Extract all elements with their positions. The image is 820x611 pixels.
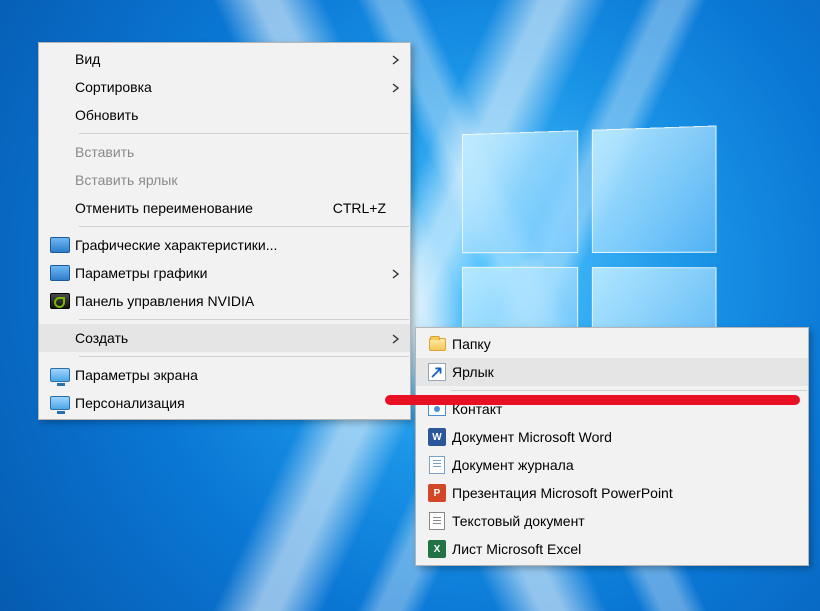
menu-shortcut: CTRL+Z: [333, 200, 386, 216]
submenu-item-powerpoint[interactable]: P Презентация Microsoft PowerPoint: [416, 479, 808, 507]
intel-graphics-icon: [45, 265, 75, 281]
menu-item-label: Параметры экрана: [75, 367, 386, 383]
menu-item-display-settings[interactable]: Параметры экрана: [39, 361, 410, 389]
chevron-right-icon: [386, 265, 400, 281]
menu-item-label: Создать: [75, 330, 386, 346]
menu-item-label: Вставить: [75, 144, 386, 160]
menu-item-label: Обновить: [75, 107, 386, 123]
menu-item-nvidia[interactable]: Панель управления NVIDIA: [39, 287, 410, 315]
menu-item-sort[interactable]: Сортировка: [39, 73, 410, 101]
menu-item-undo-rename[interactable]: Отменить переименование CTRL+Z: [39, 194, 410, 222]
menu-item-label: Персонализация: [75, 395, 386, 411]
monitor-icon: [45, 368, 75, 382]
monitor-icon: [45, 396, 75, 410]
menu-item-label: Панель управления NVIDIA: [75, 293, 386, 309]
desktop-context-menu: Вид Сортировка Обновить Вставить Вставит…: [38, 42, 411, 420]
journal-icon: [422, 456, 452, 474]
menu-item-label: Документ журнала: [452, 457, 798, 473]
folder-icon: [422, 338, 452, 351]
menu-separator: [451, 390, 807, 391]
menu-separator: [79, 226, 409, 227]
submenu-item-journal[interactable]: Документ журнала: [416, 451, 808, 479]
menu-separator: [79, 133, 409, 134]
menu-item-label: Документ Microsoft Word: [452, 429, 798, 445]
menu-item-paste-shortcut: Вставить ярлык: [39, 166, 410, 194]
menu-item-label: Вид: [75, 51, 386, 67]
submenu-item-shortcut[interactable]: Ярлык: [416, 358, 808, 386]
powerpoint-icon: P: [422, 484, 452, 502]
menu-item-label: Сортировка: [75, 79, 386, 95]
word-icon: W: [422, 428, 452, 446]
menu-item-label: Папку: [452, 336, 798, 352]
menu-item-label: Текстовый документ: [452, 513, 798, 529]
menu-separator: [79, 356, 409, 357]
menu-item-personalize[interactable]: Персонализация: [39, 389, 410, 417]
nvidia-icon: [45, 293, 75, 309]
excel-icon: X: [422, 540, 452, 558]
shortcut-icon: [422, 363, 452, 381]
intel-graphics-icon: [45, 237, 75, 253]
menu-item-label: Ярлык: [452, 364, 798, 380]
menu-item-refresh[interactable]: Обновить: [39, 101, 410, 129]
menu-item-paste: Вставить: [39, 138, 410, 166]
menu-item-label: Отменить переименование: [75, 200, 313, 216]
menu-item-label: Вставить ярлык: [75, 172, 386, 188]
text-file-icon: [422, 512, 452, 530]
new-submenu: Папку Ярлык Контакт W Документ Microsoft…: [415, 327, 809, 566]
red-highlight-annotation: [385, 395, 800, 405]
menu-item-label: Презентация Microsoft PowerPoint: [452, 485, 798, 501]
menu-item-label: Лист Microsoft Excel: [452, 541, 798, 557]
chevron-right-icon: [386, 51, 400, 67]
menu-separator: [79, 319, 409, 320]
chevron-right-icon: [386, 330, 400, 346]
submenu-item-excel[interactable]: X Лист Microsoft Excel: [416, 535, 808, 563]
submenu-item-text[interactable]: Текстовый документ: [416, 507, 808, 535]
menu-item-intel-options[interactable]: Параметры графики: [39, 259, 410, 287]
menu-item-label: Графические характеристики...: [75, 237, 386, 253]
submenu-item-word[interactable]: W Документ Microsoft Word: [416, 423, 808, 451]
submenu-item-folder[interactable]: Папку: [416, 330, 808, 358]
menu-item-label: Параметры графики: [75, 265, 386, 281]
menu-item-view[interactable]: Вид: [39, 45, 410, 73]
chevron-right-icon: [386, 79, 400, 95]
menu-item-new[interactable]: Создать: [39, 324, 410, 352]
menu-item-intel-graphics[interactable]: Графические характеристики...: [39, 231, 410, 259]
